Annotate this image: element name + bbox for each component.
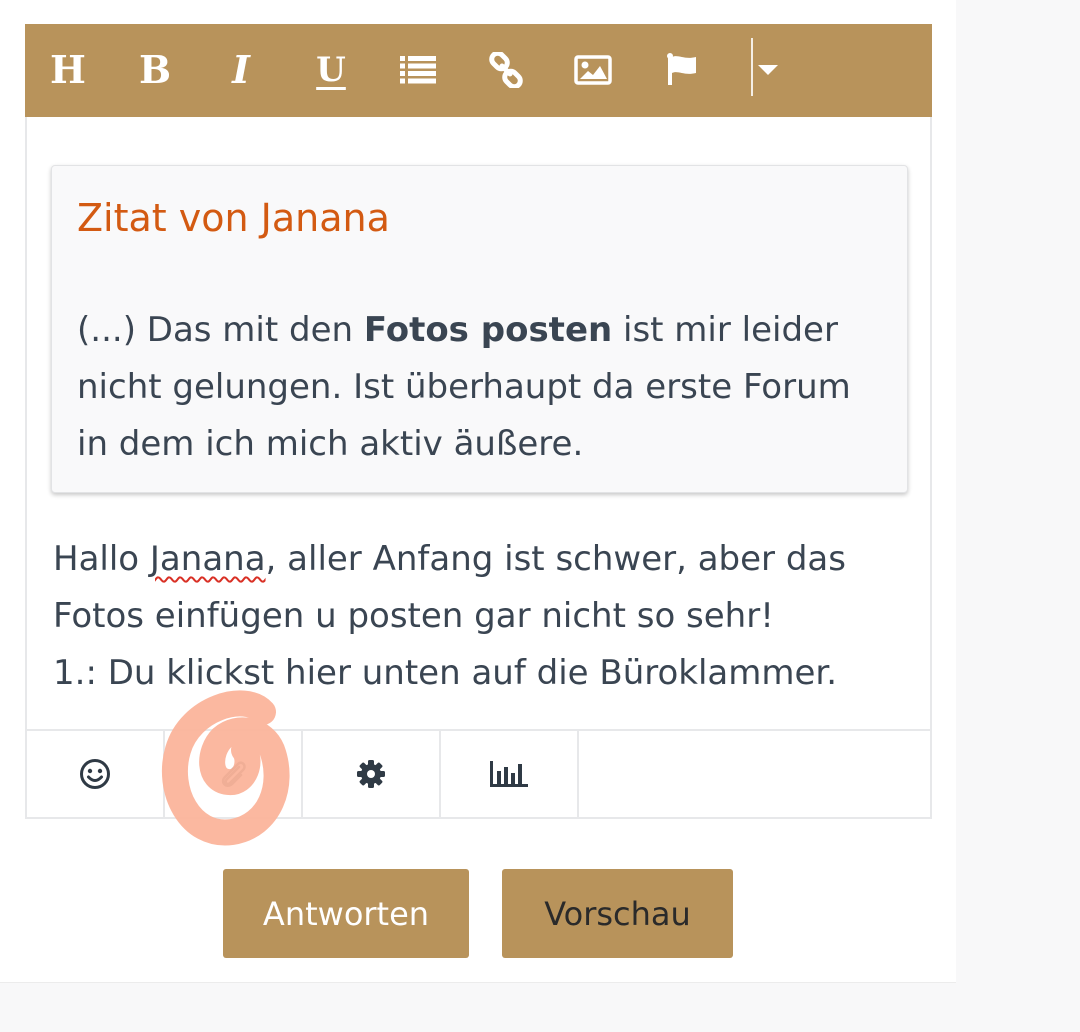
reply-line-1-after: , aller Anfang ist schwer, aber das — [265, 539, 846, 579]
italic-button-label: I — [232, 47, 250, 92]
paperclip-icon — [221, 761, 246, 787]
underline-button[interactable]: U — [301, 44, 361, 96]
preview-button[interactable]: Vorschau — [502, 869, 733, 958]
reply-button[interactable]: Antworten — [223, 869, 469, 958]
poll-button[interactable] — [441, 731, 579, 817]
list-icon — [400, 56, 436, 84]
smiley-button[interactable] — [27, 731, 165, 817]
bottom-background — [0, 982, 956, 1032]
italic-button[interactable]: I — [211, 44, 271, 96]
attachment-button[interactable] — [165, 731, 303, 817]
reply-line-1: Hallo Janana, aller Anfang ist schwer, a… — [53, 531, 923, 588]
link-button[interactable] — [476, 44, 536, 96]
bold-button-label: B — [138, 47, 172, 92]
image-icon — [574, 55, 612, 85]
quote-text-bold: Fotos posten — [363, 310, 613, 350]
bold-button[interactable]: B — [125, 44, 185, 96]
flag-button[interactable] — [652, 44, 712, 96]
link-icon — [489, 52, 523, 88]
misspelled-word: Janana — [149, 539, 266, 579]
reply-text[interactable]: Hallo Janana, aller Anfang ist schwer, a… — [53, 531, 923, 702]
flag-icon — [667, 53, 696, 85]
underline-button-label: U — [316, 50, 346, 90]
heading-button-label: H — [50, 47, 86, 92]
editor-toolbar: H B I U — [25, 24, 932, 117]
gear-icon — [357, 760, 385, 788]
reply-line-3: 1.: Du klickst hier unten auf die Bürokl… — [53, 653, 838, 693]
image-button[interactable] — [563, 44, 623, 96]
quote-text: (...) Das mit den Fotos posten ist mir l… — [77, 302, 877, 473]
smiley-icon — [80, 759, 110, 789]
more-dropdown-button[interactable] — [738, 44, 798, 96]
chevron-down-icon — [758, 65, 778, 75]
reply-line-1-before: Hallo — [53, 539, 150, 579]
quote-text-before: (...) Das mit den — [77, 310, 364, 350]
list-button[interactable] — [388, 44, 448, 96]
quote-title: Zitat von Janana — [77, 196, 390, 240]
bar-chart-icon — [490, 761, 528, 787]
heading-button[interactable]: H — [38, 44, 98, 96]
reply-line-2: Fotos einfügen u posten gar nicht so seh… — [53, 596, 774, 636]
settings-button[interactable] — [303, 731, 441, 817]
quote-block: Zitat von Janana (...) Das mit den Fotos… — [51, 165, 908, 493]
right-background — [956, 0, 1080, 1032]
editor-bottom-toolbar — [25, 729, 932, 819]
editor-content[interactable]: Zitat von Janana (...) Das mit den Fotos… — [25, 117, 932, 730]
